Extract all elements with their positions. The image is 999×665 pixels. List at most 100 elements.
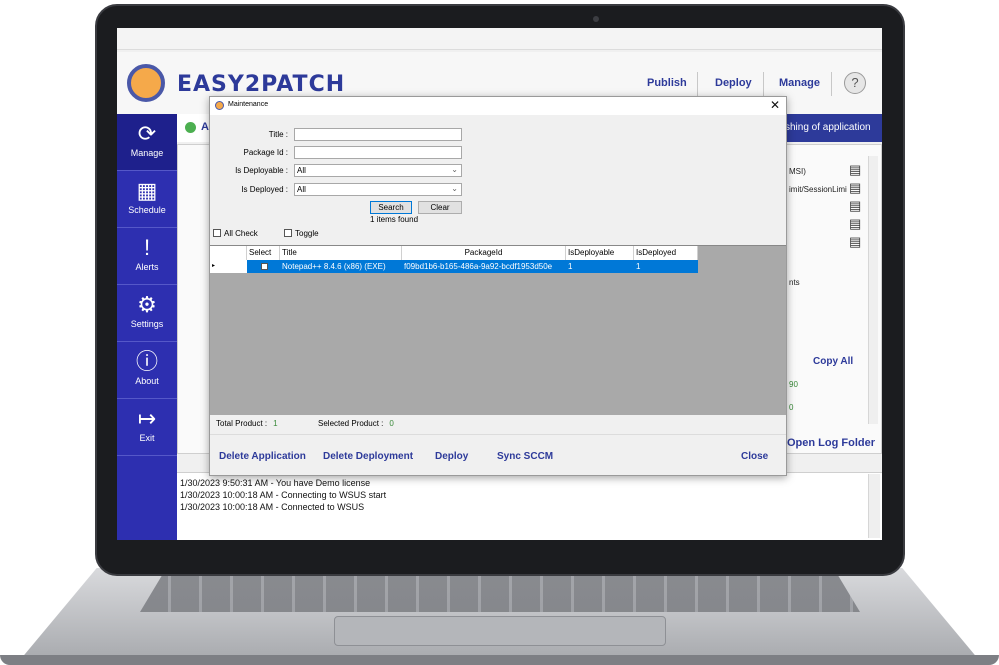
- row-is-deployed: 1: [634, 260, 698, 273]
- camera-dot: [593, 16, 599, 22]
- total-product-count: Total Product : 1: [216, 419, 278, 428]
- toggle-checkbox[interactable]: Toggle: [284, 229, 319, 238]
- log-panel: 1/30/2023 9:50:31 AM - You have Demo lic…: [177, 472, 882, 540]
- column-header-isdeployed[interactable]: IsDeployed: [634, 246, 698, 260]
- chevron-down-icon: ⌄: [451, 165, 458, 174]
- title-label: Title :: [268, 130, 288, 139]
- all-check-label: All Check: [224, 229, 258, 238]
- sidebar-item-manage[interactable]: ⟳ Manage: [117, 114, 177, 171]
- open-log-folder-button[interactable]: Open Log Folder: [787, 437, 875, 449]
- row-select-checkbox[interactable]: [247, 260, 280, 273]
- checkbox-icon: [284, 229, 292, 237]
- clipboard-icon[interactable]: ▤: [849, 216, 861, 232]
- column-header-isdeployable[interactable]: IsDeployable: [566, 246, 634, 260]
- background-text: 90: [789, 380, 798, 389]
- is-deployable-label: Is Deployable :: [235, 166, 288, 175]
- selected-product-value: 0: [389, 419, 394, 428]
- sidebar-item-settings[interactable]: ⚙ Settings: [117, 285, 177, 342]
- gear-icon: ⚙: [137, 292, 157, 317]
- scrollbar[interactable]: [868, 156, 878, 424]
- maintenance-dialog: Maintenance ✕ Title : Package Id : Is De…: [209, 96, 787, 476]
- background-text: MSI): [789, 167, 806, 176]
- chevron-down-icon: ⌄: [451, 184, 458, 193]
- sidebar-item-alerts[interactable]: ! Alerts: [117, 228, 177, 285]
- sidebar: ⟳ Manage ▦ Schedule ! Alerts ⚙ Settings …: [117, 114, 177, 540]
- log-scrollbar[interactable]: [868, 474, 880, 538]
- column-header-select[interactable]: Select: [247, 246, 280, 260]
- nav-publish[interactable]: Publish: [647, 77, 687, 89]
- background-text: 0: [789, 403, 794, 412]
- help-button[interactable]: ?: [844, 72, 866, 94]
- is-deployable-select[interactable]: All ⌄: [294, 164, 462, 177]
- refresh-gear-icon: ⟳: [137, 121, 157, 146]
- alert-icon: !: [143, 235, 151, 260]
- laptop-lip: [0, 655, 999, 665]
- package-id-label: Package Id :: [243, 148, 288, 157]
- row-is-deployable: 1: [566, 260, 634, 273]
- row-package-id: f09bd1b6-b165-486a-9a92-bcdf1953d50e: [402, 260, 566, 273]
- sync-sccm-button[interactable]: Sync SCCM: [497, 451, 553, 462]
- sidebar-item-exit[interactable]: ↦ Exit: [117, 399, 177, 456]
- sidebar-item-schedule[interactable]: ▦ Schedule: [117, 171, 177, 228]
- log-line: 1/30/2023 9:50:31 AM - You have Demo lic…: [180, 478, 371, 488]
- table-row[interactable]: ▸ Notepad++ 8.4.6 (x86) (EXE) f09bd1b6-b…: [210, 260, 698, 273]
- clipboard-icon[interactable]: ▤: [849, 180, 861, 196]
- close-button[interactable]: Close: [741, 451, 768, 462]
- total-product-value: 1: [273, 419, 278, 428]
- copy-all-button[interactable]: Copy All: [813, 356, 853, 367]
- status-ok-icon: [185, 122, 196, 133]
- sidebar-item-label: Settings: [130, 319, 164, 329]
- items-found-text: 1 items found: [370, 215, 419, 224]
- is-deployed-label: Is Deployed :: [241, 185, 288, 194]
- sidebar-item-label: Manage: [130, 148, 164, 158]
- total-product-label: Total Product :: [216, 419, 268, 428]
- laptop-frame: EASY2PATCH Publish Deploy Manage ? ⟳ Man…: [0, 0, 999, 665]
- deploy-button[interactable]: Deploy: [435, 451, 468, 462]
- laptop-trackpad: [334, 616, 666, 646]
- log-line: 1/30/2023 10:00:18 AM - Connecting to WS…: [180, 490, 387, 500]
- clipboard-icon[interactable]: ▤: [849, 198, 861, 214]
- grid-header: Select Title PackageId IsDeployable IsDe…: [210, 246, 698, 260]
- column-header-packageid[interactable]: PackageId: [402, 246, 566, 260]
- sidebar-item-label: About: [135, 376, 159, 386]
- results-grid: Select Title PackageId IsDeployable IsDe…: [210, 245, 786, 415]
- nav-deploy[interactable]: Deploy: [715, 77, 752, 89]
- dialog-title: Maintenance: [228, 101, 269, 108]
- is-deployable-value: All: [297, 166, 306, 175]
- checkbox-icon: [213, 229, 221, 237]
- is-deployed-select[interactable]: All ⌄: [294, 183, 462, 196]
- is-deployed-value: All: [297, 185, 306, 194]
- clear-button[interactable]: Clear: [418, 201, 462, 214]
- sidebar-item-label: Alerts: [135, 262, 159, 272]
- calendar-clock-icon: ▦: [136, 178, 158, 203]
- nav-divider: [763, 72, 764, 96]
- row-selector-icon: ▸: [210, 260, 247, 273]
- sidebar-item-label: Exit: [139, 433, 155, 443]
- nav-divider: [831, 72, 832, 96]
- clipboard-icon[interactable]: ▤: [849, 162, 861, 178]
- status-text: A: [201, 121, 209, 133]
- delete-deployment-button[interactable]: Delete Deployment: [323, 451, 413, 462]
- nav-divider: [697, 72, 698, 96]
- status-banner: shing of application: [779, 114, 882, 142]
- all-check-checkbox[interactable]: All Check: [213, 229, 258, 238]
- package-id-input[interactable]: [294, 146, 462, 159]
- background-text: imit/SessionLimi: [789, 185, 847, 194]
- nav-manage[interactable]: Manage: [779, 77, 820, 89]
- selected-product-count: Selected Product : 0: [318, 419, 394, 428]
- column-header-title[interactable]: Title: [280, 246, 402, 260]
- title-input[interactable]: [294, 128, 462, 141]
- search-button[interactable]: Search: [370, 201, 412, 214]
- delete-application-button[interactable]: Delete Application: [219, 451, 306, 462]
- selected-product-label: Selected Product :: [318, 419, 384, 428]
- clipboard-icon[interactable]: ▤: [849, 234, 861, 250]
- close-icon[interactable]: ✕: [770, 98, 780, 112]
- info-icon: ⓘ: [135, 349, 158, 374]
- app-title: EASY2PATCH: [177, 72, 346, 97]
- toggle-label: Toggle: [295, 229, 319, 238]
- sidebar-item-about[interactable]: ⓘ About: [117, 342, 177, 399]
- grid-row-header: [210, 246, 247, 260]
- log-line: 1/30/2023 10:00:18 AM - Connected to WSU…: [180, 502, 365, 512]
- sidebar-item-label: Schedule: [128, 205, 166, 215]
- laptop-keyboard: [140, 576, 860, 612]
